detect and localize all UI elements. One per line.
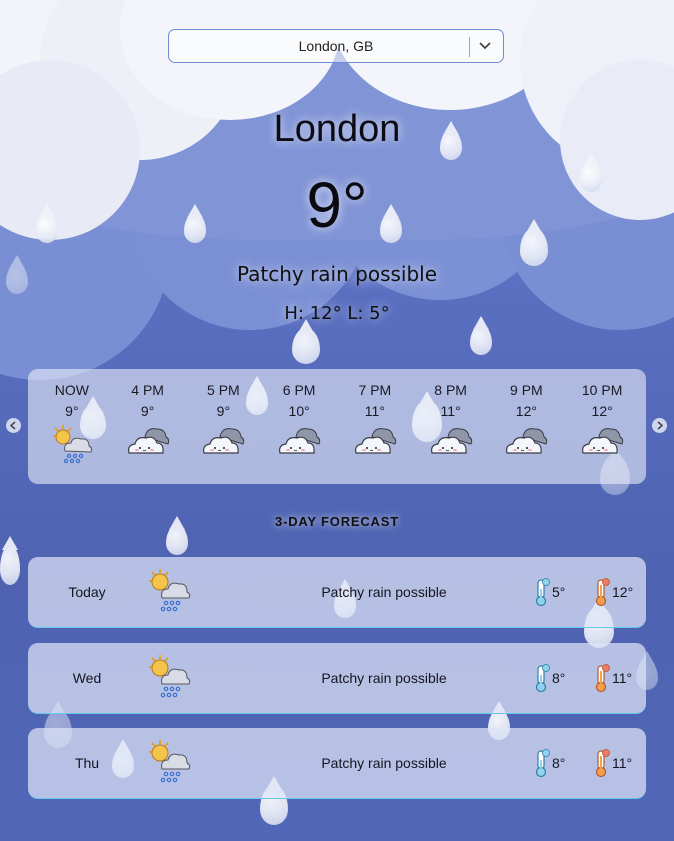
thermometer-hot-icon [595, 749, 610, 778]
hour-temp: 12° [591, 403, 613, 419]
location-select[interactable]: London, GB [168, 29, 504, 63]
hour-temp: 9° [216, 403, 231, 419]
hourly-item: 8 PM 11° [415, 369, 487, 484]
night-cloud-icon [263, 423, 335, 462]
low-temp-value: 8° [552, 755, 566, 771]
sun-cloud-rain-icon [36, 423, 108, 468]
forecast-day: Thu [74, 755, 100, 771]
current-temperature: 9° [306, 169, 368, 241]
city-name: London [273, 108, 401, 150]
high-temp: 11° [594, 663, 632, 693]
night-cloud-icon [566, 423, 638, 462]
scroll-right-button[interactable] [652, 418, 667, 433]
hour-time: 7 PM [358, 382, 392, 398]
high-temp: 11° [594, 748, 632, 778]
chevron-left-icon [9, 421, 16, 430]
thermometer-cold-icon [535, 664, 550, 693]
hourly-item: 6 PM 10° [263, 369, 335, 484]
night-cloud-icon [339, 423, 411, 462]
forecast-day: Wed [72, 670, 102, 686]
scroll-left-button[interactable] [6, 418, 21, 433]
high-temp-value: 11° [612, 755, 633, 771]
hour-time: 6 PM [282, 382, 316, 398]
chevron-down-icon[interactable] [478, 37, 492, 53]
forecast-condition: Patchy rain possible [321, 670, 447, 686]
hour-time: 5 PM [207, 382, 240, 398]
low-temp-value: 5° [552, 584, 566, 600]
location-select-value: London, GB [298, 38, 374, 54]
forecast-row[interactable]: Today Patchy rain possible 5° 12° [28, 557, 646, 628]
sun-cloud-rain-icon [146, 738, 192, 787]
high-temp-value: 12° [612, 584, 634, 600]
current-condition: Patchy rain possible [236, 262, 438, 286]
sun-cloud-rain-icon [146, 653, 192, 702]
hour-time: NOW [54, 382, 89, 398]
low-temp: 8° [534, 748, 565, 778]
hour-temp: 11° [364, 403, 385, 419]
hour-temp: 12° [515, 403, 537, 419]
hourly-item: 9 PM 12° [490, 369, 562, 484]
high-temp: 12° [594, 577, 633, 607]
hour-time: 9 PM [510, 382, 543, 398]
hour-temp: 10° [288, 403, 310, 419]
sun-cloud-rain-icon [146, 567, 192, 616]
forecast-condition: Patchy rain possible [321, 755, 447, 771]
night-cloud-icon [415, 423, 487, 462]
hourly-item: 4 PM 9° [112, 369, 184, 484]
hourly-item: 5 PM 9° [187, 369, 259, 484]
low-temp: 5° [534, 577, 565, 607]
hourly-forecast[interactable]: NOW 9° 4 PM 9° 5 PM 9° 6 PM 10° 7 PM 11°… [28, 369, 646, 484]
hour-temp: 11° [440, 403, 461, 419]
hour-temp: 9° [65, 403, 79, 419]
high-low-temperature: H: 12° L: 5° [284, 303, 390, 324]
hour-time: 8 PM [434, 382, 467, 398]
forecast-title: 3-DAY FORECAST [275, 514, 399, 529]
low-temp-value: 8° [552, 670, 566, 686]
thermometer-cold-icon [535, 749, 550, 778]
high-temp-value: 11° [612, 670, 633, 686]
hour-time: 10 PM [581, 382, 623, 398]
low-temp: 8° [534, 663, 565, 693]
select-divider [469, 37, 470, 57]
thermometer-hot-icon [595, 664, 610, 693]
hourly-item: 10 PM 12° [566, 369, 638, 484]
hour-temp: 9° [140, 403, 155, 419]
night-cloud-icon [187, 423, 259, 462]
thermometer-cold-icon [535, 578, 550, 607]
hourly-item: 7 PM 11° [339, 369, 411, 484]
chevron-right-icon [657, 421, 664, 430]
hour-time: 4 PM [131, 382, 164, 398]
forecast-day: Today [68, 584, 106, 600]
night-cloud-icon [490, 423, 562, 462]
forecast-row[interactable]: Thu Patchy rain possible 8° 11° [28, 728, 646, 799]
forecast-row[interactable]: Wed Patchy rain possible 8° 11° [28, 643, 646, 714]
thermometer-hot-icon [595, 578, 610, 607]
night-cloud-icon [112, 423, 184, 462]
forecast-condition: Patchy rain possible [321, 584, 447, 600]
hourly-item: NOW 9° [36, 369, 108, 484]
